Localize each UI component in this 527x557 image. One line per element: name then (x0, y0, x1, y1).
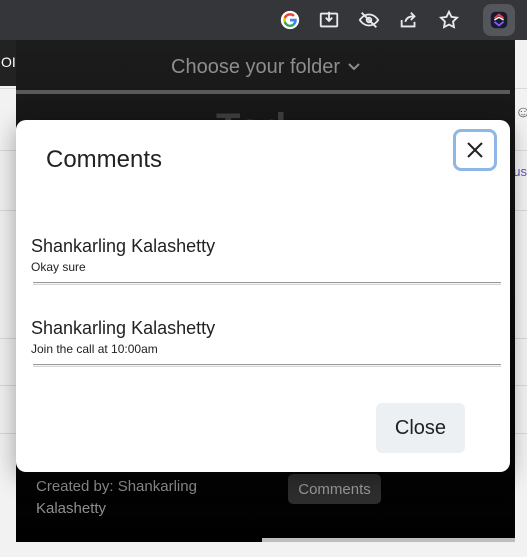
share-icon[interactable] (398, 9, 420, 31)
comments-modal: Comments Shankarling Kalashetty Okay sur… (16, 120, 510, 472)
close-icon-button[interactable] (453, 129, 497, 171)
page-left-text: OI (1, 54, 16, 70)
divider (33, 282, 501, 285)
comment-text: Okay sure (31, 260, 86, 274)
divider (33, 364, 501, 367)
divider (262, 538, 515, 542)
smiley-icon: ☺ (515, 104, 527, 121)
star-icon[interactable] (438, 9, 460, 31)
folder-select[interactable]: Choose your folder (16, 54, 515, 80)
browser-toolbar (0, 0, 527, 40)
created-by-text: Created by: Shankarling Kalashetty (36, 478, 197, 517)
google-icon[interactable] (279, 9, 301, 31)
page-left-bar: OI (0, 40, 16, 86)
page-right-text: us (513, 164, 527, 179)
comment-author: Shankarling Kalashetty (31, 236, 216, 256)
folder-select-label: Choose your folder (171, 56, 340, 78)
chevron-down-icon (348, 54, 360, 77)
divider (16, 90, 510, 94)
comments-button[interactable]: Comments (288, 474, 381, 504)
install-app-icon[interactable] (318, 9, 340, 31)
modal-title: Comments (46, 146, 163, 173)
eye-off-icon[interactable] (358, 9, 380, 31)
comment-author: Shankarling Kalashetty (31, 318, 216, 338)
extension-icon[interactable] (483, 4, 515, 36)
comment-text: Join the call at 10:00am (31, 342, 158, 356)
close-button[interactable]: Close (376, 403, 465, 453)
close-icon (467, 142, 483, 158)
comment-item: Shankarling Kalashetty Okay sure (31, 236, 501, 285)
comment-item: Shankarling Kalashetty Join the call at … (31, 318, 501, 367)
